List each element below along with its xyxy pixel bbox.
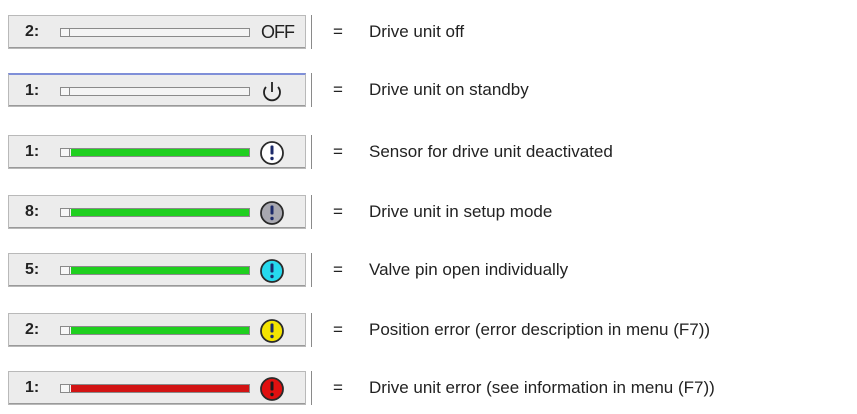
- bar-fill: [71, 385, 249, 392]
- legend-description: Valve pin open individually: [369, 260, 569, 279]
- exclamation-circle-icon: [260, 319, 284, 343]
- legend-row-position-error: 2: = Position error (error description i…: [0, 313, 857, 347]
- legend-description: Drive unit in setup mode: [369, 202, 553, 221]
- legend-description: Drive unit error (see information in men…: [369, 378, 715, 397]
- equals-sign: =: [333, 378, 343, 397]
- divider: [311, 253, 312, 287]
- drive-bar: [60, 208, 250, 217]
- drive-unit-widget: 2:: [8, 313, 306, 347]
- drive-unit-widget: 1:: [8, 371, 306, 405]
- legend-description: Position error (error description in men…: [369, 320, 711, 339]
- bar-fill: [71, 149, 249, 156]
- drive-unit-widget: 2: OFF: [8, 15, 306, 49]
- equals-sign: =: [333, 142, 343, 161]
- divider: [311, 313, 312, 347]
- drive-unit-number: 2:: [25, 321, 40, 338]
- drive-bar: [60, 148, 250, 157]
- drive-bar: [60, 28, 250, 37]
- divider: [311, 135, 312, 169]
- legend-description: Drive unit on standby: [369, 80, 529, 99]
- legend-row-sensor-deactivated: 1: = Sensor for drive unit deactivated: [0, 135, 857, 169]
- drive-bar: [60, 266, 250, 275]
- drive-bar: [60, 384, 250, 393]
- equals-sign: =: [333, 260, 343, 279]
- legend-description: Sensor for drive unit deactivated: [369, 142, 613, 161]
- exclamation-circle-icon: [260, 259, 284, 283]
- exclamation-circle-icon: [260, 377, 284, 401]
- drive-unit-number: 8:: [25, 203, 40, 220]
- legend-row-drive-unit-error: 1: = Drive unit error (see information i…: [0, 371, 857, 405]
- drive-unit-number: 1:: [25, 82, 40, 99]
- equals-sign: =: [333, 22, 343, 41]
- power-standby-icon: [263, 82, 281, 102]
- drive-unit-widget: 5:: [8, 253, 306, 287]
- exclamation-circle-icon: [260, 201, 284, 225]
- drive-unit-widget: 8:: [8, 195, 306, 229]
- divider: [311, 15, 312, 49]
- equals-sign: =: [333, 80, 343, 99]
- drive-bar: [60, 326, 250, 335]
- equals-sign: =: [333, 320, 343, 339]
- equals-sign: =: [333, 202, 343, 221]
- legend-row-valve-pin-open: 5: = Valve pin open individually: [0, 253, 857, 287]
- bar-fill: [71, 209, 249, 216]
- drive-unit-number: 1:: [25, 143, 40, 160]
- legend-row-setup-mode: 8: = Drive unit in setup mode: [0, 195, 857, 229]
- divider: [311, 73, 312, 107]
- legend-description: Drive unit off: [369, 22, 465, 41]
- legend-row-off: 2: OFF = Drive unit off: [0, 15, 857, 49]
- drive-bar: [60, 87, 250, 96]
- bar-fill: [71, 327, 249, 334]
- divider: [311, 195, 312, 229]
- off-status-text: OFF: [261, 22, 295, 42]
- divider: [311, 371, 312, 405]
- drive-unit-number: 1:: [25, 379, 40, 396]
- drive-unit-widget: 1:: [8, 73, 306, 107]
- drive-unit-number: 5:: [25, 261, 40, 278]
- bar-fill: [71, 267, 249, 274]
- drive-unit-widget: 1:: [8, 135, 306, 169]
- legend-row-standby: 1: = Drive unit on standby: [0, 73, 857, 107]
- drive-unit-number: 2:: [25, 23, 40, 40]
- exclamation-circle-icon: [260, 141, 284, 165]
